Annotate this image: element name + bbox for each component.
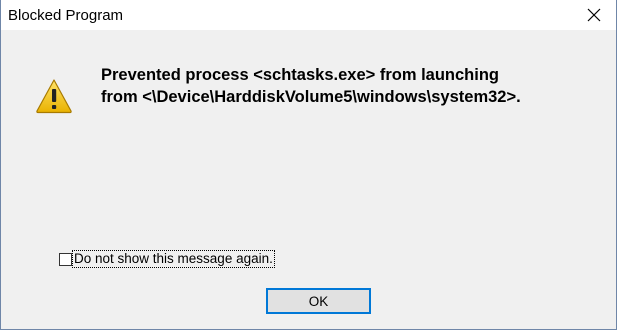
message-line-2: from <\Device\HarddiskVolume5\windows\sy… — [101, 88, 521, 106]
ok-button[interactable]: OK — [266, 288, 371, 314]
warning-icon — [35, 78, 73, 114]
message-text: Prevented process <schtasks.exe> from la… — [101, 64, 521, 108]
blocked-program-dialog: Blocked Program Prevented process <schta… — [0, 0, 617, 330]
dont-show-again-label[interactable]: Do not show this message again. — [72, 250, 275, 268]
dont-show-again-checkbox[interactable] — [59, 252, 72, 266]
close-icon — [587, 8, 601, 22]
window-title: Blocked Program — [8, 7, 124, 24]
dont-show-again-checkbox-row[interactable]: Do not show this message again. — [59, 249, 275, 269]
message-line-1: Prevented process <schtasks.exe> from la… — [101, 66, 500, 84]
title-bar: Blocked Program — [1, 0, 616, 30]
close-button[interactable] — [572, 0, 616, 30]
